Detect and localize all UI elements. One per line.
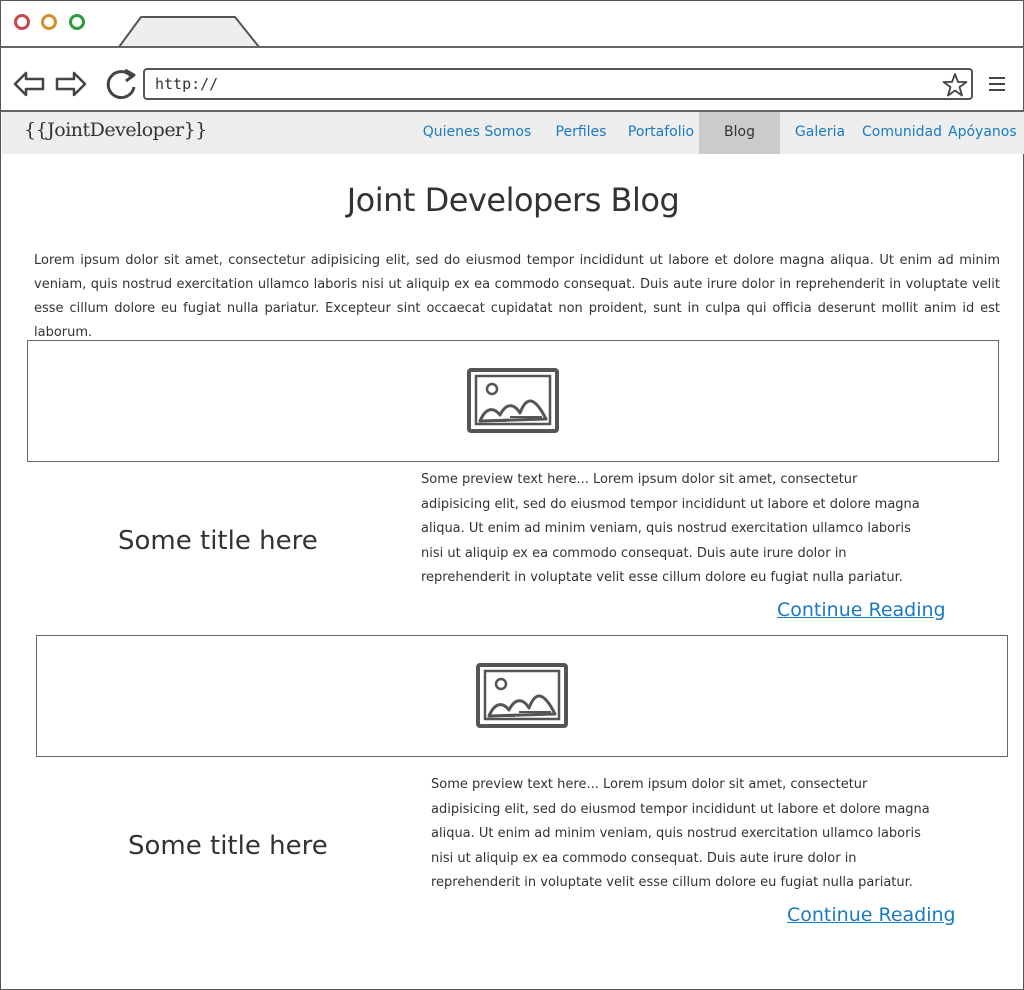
post-preview-text: Some preview text here... Lorem ipsum do… — [431, 777, 930, 890]
post-preview-text: Some preview text here... Lorem ipsum do… — [421, 472, 920, 585]
address-bar[interactable] — [143, 68, 973, 100]
nav-item-apoyanos[interactable]: Apóyanos — [948, 112, 1017, 154]
post-image[interactable] — [27, 340, 999, 462]
image-placeholder-icon — [467, 368, 559, 433]
nav-item-galeria[interactable]: Galeria — [788, 112, 852, 154]
image-placeholder-icon — [476, 663, 568, 728]
brand-logo[interactable]: {{JointDeveloper}} — [24, 119, 207, 141]
post-title: Some title here — [128, 831, 328, 861]
nav-item-perfiles[interactable]: Perfiles — [547, 112, 615, 154]
nav-item-blog[interactable]: Blog — [699, 112, 780, 154]
back-arrow-icon[interactable] — [13, 70, 45, 98]
url-input[interactable] — [155, 73, 935, 95]
hamburger-menu-icon[interactable] — [987, 75, 1009, 93]
post-image[interactable] — [36, 635, 1008, 757]
close-window-button[interactable] — [14, 14, 30, 30]
title-bar — [1, 1, 1024, 48]
reload-icon[interactable] — [103, 67, 139, 101]
continue-reading-link[interactable]: Continue Reading — [777, 599, 946, 621]
nav-item-portafolio[interactable]: Portafolio — [624, 112, 698, 154]
maximize-window-button[interactable] — [69, 14, 85, 30]
forward-arrow-icon[interactable] — [55, 70, 87, 98]
continue-reading-link[interactable]: Continue Reading — [787, 904, 956, 926]
nav-item-quienes-somos[interactable]: Quienes Somos — [422, 112, 532, 154]
site-navigation: {{JointDeveloper}} Quienes Somos Perfile… — [2, 112, 1024, 154]
post-title: Some title here — [118, 526, 318, 556]
browser-window: {{JointDeveloper}} Quienes Somos Perfile… — [0, 0, 1024, 990]
minimize-window-button[interactable] — [41, 14, 57, 30]
nav-item-comunidad[interactable]: Comunidad — [862, 112, 942, 154]
page-title: Joint Developers Blog — [346, 181, 680, 219]
browser-tab[interactable] — [117, 16, 261, 48]
star-icon[interactable] — [942, 72, 968, 98]
intro-paragraph: Lorem ipsum dolor sit amet, consectetur … — [34, 253, 1000, 340]
